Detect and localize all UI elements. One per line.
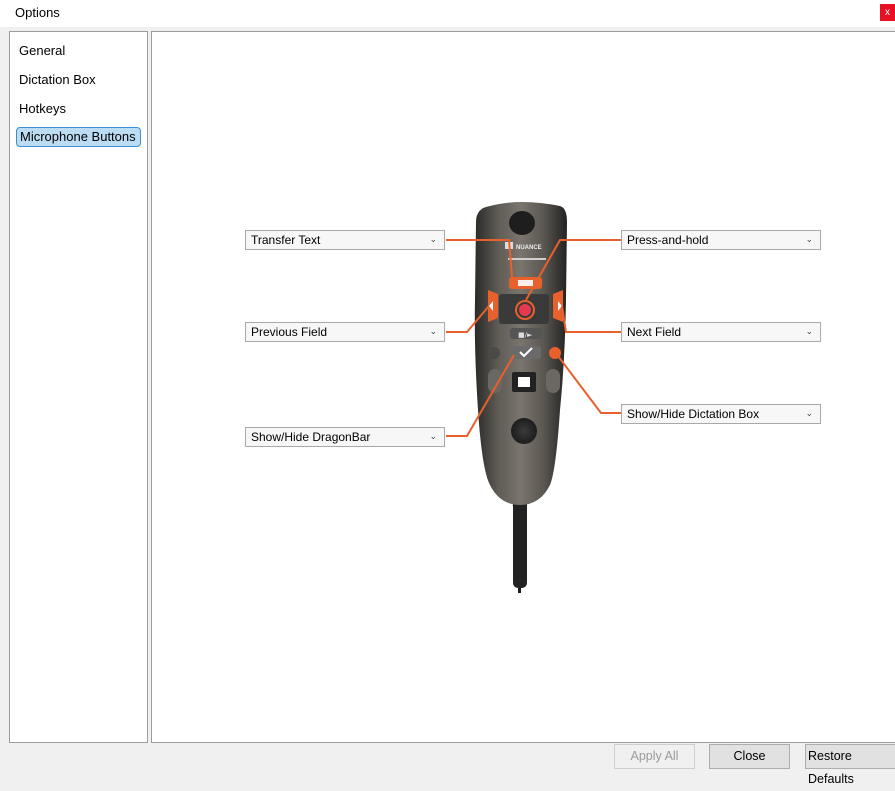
chevron-down-icon: ⌄ bbox=[429, 326, 437, 336]
mic-cable-strain-relief bbox=[513, 498, 527, 588]
transfer-text-dropdown[interactable]: Transfer Text ⌄ bbox=[245, 230, 445, 250]
connector-dictation-box bbox=[557, 355, 621, 414]
svg-text:■/►: ■/► bbox=[518, 331, 533, 339]
logo-underline bbox=[508, 258, 546, 260]
previous-field-dropdown[interactable]: Previous Field ⌄ bbox=[245, 322, 445, 342]
press-and-hold-dropdown[interactable]: Press-and-hold ⌄ bbox=[621, 230, 821, 250]
brand-text: NUANCE bbox=[516, 245, 542, 251]
chevron-down-icon: ⌄ bbox=[805, 408, 813, 418]
center-square-button-icon bbox=[518, 377, 530, 387]
chevron-down-icon: ⌄ bbox=[805, 326, 813, 336]
top-speaker bbox=[509, 211, 535, 235]
dropdown-value: Previous Field bbox=[251, 325, 328, 339]
dropdown-value: Press-and-hold bbox=[627, 233, 709, 247]
dropdown-value: Transfer Text bbox=[251, 233, 321, 247]
microphone-illustration: NUANCE ■/► bbox=[446, 202, 621, 593]
right-lower-button-icon bbox=[546, 369, 560, 393]
connector-next-field bbox=[561, 305, 621, 333]
next-field-dropdown[interactable]: Next Field ⌄ bbox=[621, 322, 821, 342]
dropdown-value: Next Field bbox=[627, 325, 682, 339]
show-hide-dictation-box-dropdown[interactable]: Show/Hide Dictation Box ⌄ bbox=[621, 404, 821, 424]
chevron-down-icon: ⌄ bbox=[805, 234, 813, 244]
chevron-down-icon: ⌄ bbox=[429, 431, 437, 441]
show-hide-dragonbar-dropdown[interactable]: Show/Hide DragonBar ⌄ bbox=[245, 427, 445, 447]
check-button-icon bbox=[511, 346, 541, 359]
dropdown-value: Show/Hide DragonBar bbox=[251, 430, 371, 444]
chevron-down-icon: ⌄ bbox=[429, 234, 437, 244]
restore-defaults-button[interactable]: Restore Defaults bbox=[805, 744, 895, 786]
apply-all-button[interactable]: Apply All bbox=[614, 744, 695, 769]
record-button-icon bbox=[519, 304, 531, 316]
close-button[interactable]: Close bbox=[709, 744, 790, 769]
dropdown-value: Show/Hide Dictation Box bbox=[627, 407, 760, 421]
left-side-button-icon bbox=[488, 347, 500, 359]
speaker-grille bbox=[511, 418, 537, 444]
